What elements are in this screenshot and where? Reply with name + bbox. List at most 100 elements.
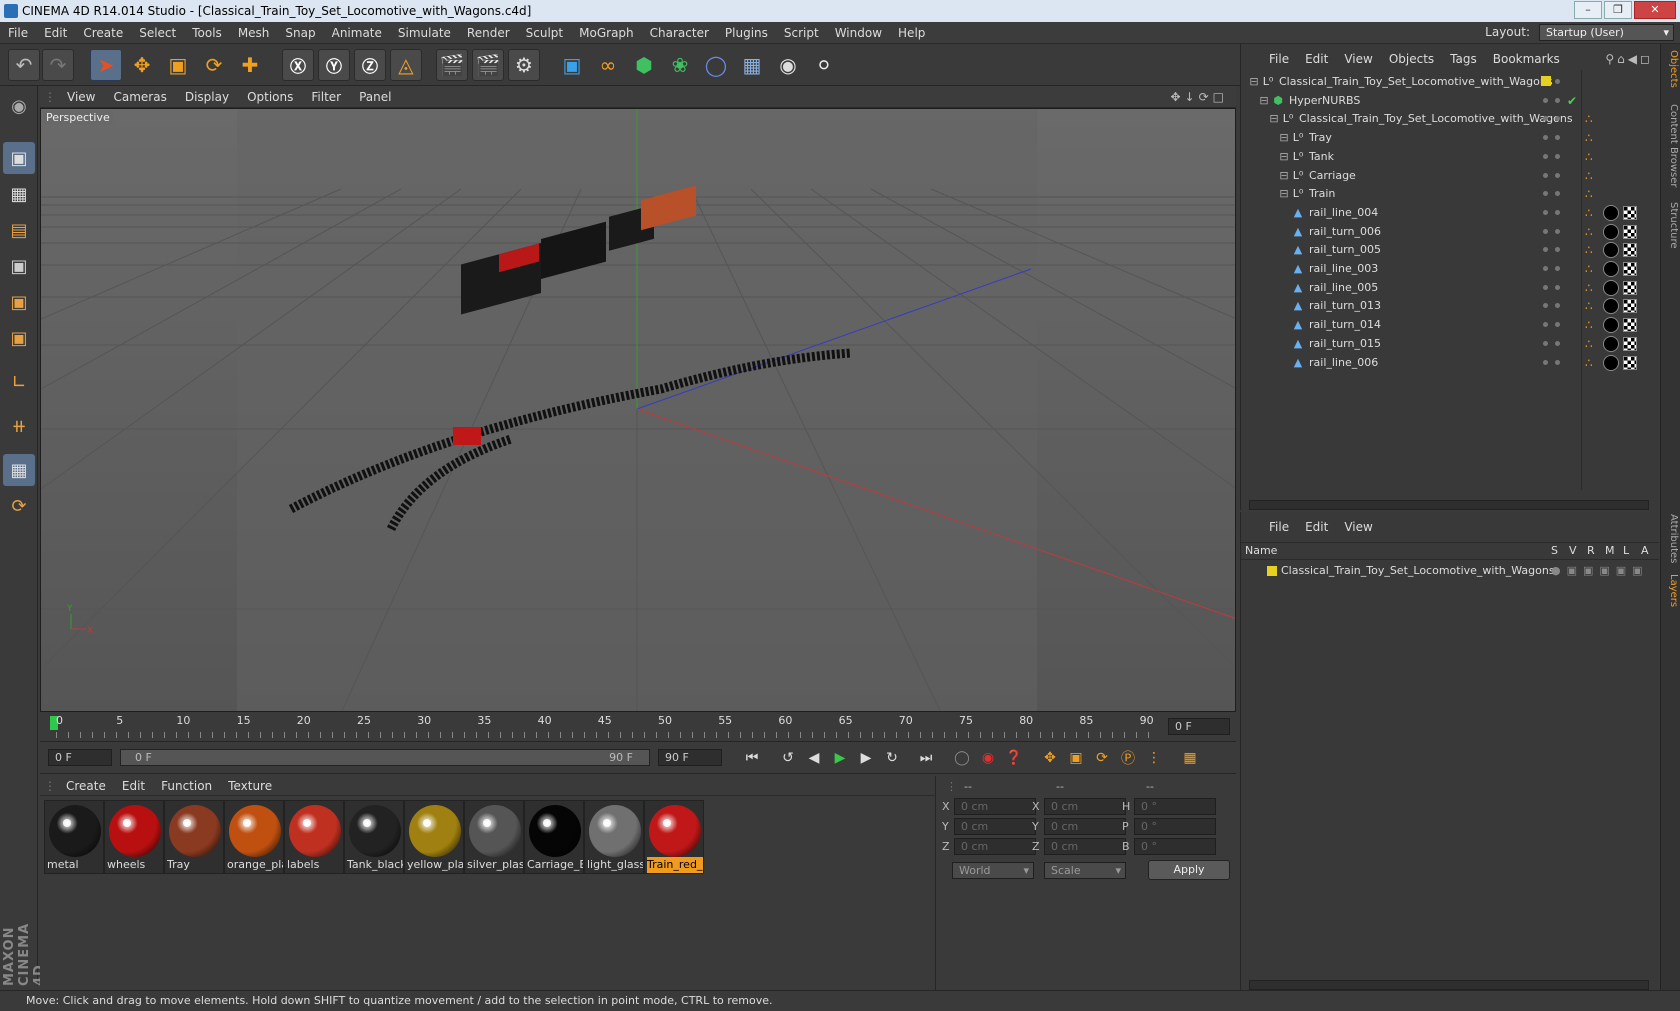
texture-mode-icon[interactable]: ▦ (3, 178, 35, 210)
object-name[interactable]: HyperNURBS (1289, 91, 1360, 111)
cube-icon[interactable]: ▣ (556, 49, 588, 81)
object-menu-objects[interactable]: Objects (1381, 52, 1442, 66)
render-view-icon[interactable]: 🎬 (436, 49, 468, 81)
horizontal-scrollbar[interactable] (1249, 980, 1649, 990)
render-visibility-dot[interactable] (1555, 228, 1560, 234)
make-editable-icon[interactable]: ◉ (3, 90, 35, 122)
render-visibility-dot[interactable] (1555, 153, 1560, 159)
object-name[interactable]: rail_turn_014 (1309, 315, 1381, 335)
menu-simulate[interactable]: Simulate (390, 22, 459, 44)
material-menu-texture[interactable]: Texture (220, 779, 280, 793)
coord-value-field[interactable]: 0 cm (1044, 798, 1126, 815)
editor-visibility-dot[interactable] (1543, 209, 1548, 215)
object-row[interactable]: ▲ rail_turn_015 ∴ (1241, 334, 1659, 354)
timeline-ruler[interactable]: 0 5 10 15 20 25 30 35 40 45 50 55 60 65 … (40, 712, 1236, 742)
menu-file[interactable]: File (0, 22, 36, 44)
layer-toggle-icons[interactable]: ●▣▣▣▣▣ (1551, 562, 1649, 580)
polygons-mode-icon[interactable]: ▣ (3, 322, 35, 354)
edit-render-settings-icon[interactable]: ⚙ (508, 49, 540, 81)
render-visibility-dot[interactable] (1555, 284, 1560, 290)
uvw-tag-icon[interactable] (1623, 262, 1637, 276)
object-name[interactable]: Carriage (1309, 166, 1356, 186)
redo-icon[interactable]: ↷ (42, 49, 74, 81)
horizontal-scrollbar[interactable] (1249, 500, 1649, 510)
tab-attributes[interactable]: Attributes (1663, 514, 1679, 563)
material-menu-function[interactable]: Function (153, 779, 220, 793)
tab-content-browser[interactable]: Content Browser (1663, 104, 1679, 187)
editor-visibility-dot[interactable] (1543, 153, 1548, 159)
object-name[interactable]: Train (1309, 184, 1335, 204)
uvw-tag-icon[interactable] (1623, 355, 1637, 370)
coord-value-field[interactable]: 0 cm (954, 838, 1036, 855)
layer-color-swatch[interactable] (1267, 566, 1277, 576)
material-swatch[interactable]: Carriage_B (524, 800, 584, 874)
phong-tag-icon[interactable]: ∴ (1585, 319, 1593, 331)
material-swatch[interactable]: yellow_pla (404, 800, 464, 874)
editor-visibility-dot[interactable] (1543, 359, 1548, 365)
material-tag-icon[interactable] (1603, 204, 1619, 221)
key-pla-icon[interactable]: ⋮ (1142, 747, 1166, 769)
phong-tag-icon[interactable]: ∴ (1585, 113, 1593, 125)
object-menu-edit[interactable]: Edit (1297, 52, 1336, 66)
add-icon[interactable]: ✚ (234, 49, 266, 81)
apply-button[interactable]: Apply (1148, 860, 1230, 880)
key-rotation-icon[interactable]: ⟳ (1090, 747, 1114, 769)
uvw-tag-icon[interactable] (1623, 243, 1637, 258)
object-row[interactable]: ⊟ L⁰ Carriage ∴ (1241, 166, 1659, 186)
render-visibility-dot[interactable] (1555, 303, 1560, 309)
menu-plugins[interactable]: Plugins (717, 22, 776, 44)
material-tag-icon[interactable] (1603, 317, 1619, 334)
render-visibility-dot[interactable] (1555, 340, 1560, 346)
expand-toggle-icon[interactable]: ⊟ (1277, 169, 1291, 183)
object-name[interactable]: rail_line_003 (1309, 259, 1378, 279)
object-row[interactable]: ▲ rail_turn_013 ∴ (1241, 296, 1659, 316)
edges-mode-icon[interactable]: ▣ (3, 286, 35, 318)
material-menu-edit[interactable]: Edit (114, 779, 153, 793)
viewport-menu-options[interactable]: Options (238, 90, 302, 104)
workplane-mode-icon[interactable]: ▤ (3, 214, 35, 246)
menu-render[interactable]: Render (459, 22, 518, 44)
viewport-menu-filter[interactable]: Filter (302, 90, 350, 104)
object-row[interactable]: ⊟ L⁰ Tank ∴ (1241, 147, 1659, 167)
next-key-icon[interactable]: ↻ (880, 747, 904, 769)
phong-tag-icon[interactable]: ∴ (1585, 132, 1593, 144)
render-visibility-dot[interactable] (1555, 359, 1560, 365)
editor-visibility-dot[interactable] (1543, 172, 1548, 178)
material-swatch[interactable]: metal (44, 800, 104, 874)
expand-toggle-icon[interactable] (1277, 318, 1291, 332)
phong-tag-icon[interactable]: ∴ (1585, 226, 1593, 238)
go-to-start-icon[interactable]: ⏮ (740, 747, 764, 769)
go-to-end-icon[interactable]: ⏭ (914, 747, 938, 769)
start-frame-field[interactable]: 0 F (48, 749, 112, 766)
deformer-icon[interactable]: ◯ (700, 49, 732, 81)
phong-tag-icon[interactable]: ∴ (1585, 207, 1593, 219)
uvw-tag-icon[interactable] (1623, 224, 1637, 239)
layer-color-swatch[interactable] (1541, 76, 1551, 86)
timeline-window-icon[interactable]: ▦ (1178, 747, 1202, 769)
coordinate-system-icon[interactable]: ◬ (390, 49, 422, 81)
material-swatch[interactable]: silver_plast (464, 800, 524, 874)
render-visibility-dot[interactable] (1555, 172, 1560, 178)
phong-tag-icon[interactable]: ∴ (1585, 338, 1593, 350)
object-name[interactable]: Tank (1309, 147, 1334, 167)
object-name[interactable]: rail_line_004 (1309, 203, 1378, 223)
render-picture-viewer-icon[interactable]: 🎬 (472, 49, 504, 81)
menu-create[interactable]: Create (75, 22, 131, 44)
current-frame-field[interactable]: 0 F (1168, 718, 1230, 735)
object-row[interactable]: ⊟ L⁰ Classical_Train_Toy_Set_Locomotive_wi… (1241, 109, 1659, 129)
editor-visibility-dot[interactable] (1543, 322, 1548, 328)
object-name[interactable]: rail_turn_013 (1309, 296, 1381, 316)
material-swatch[interactable]: orange_pla (224, 800, 284, 874)
menu-window[interactable]: Window (827, 22, 890, 44)
menu-tools[interactable]: Tools (184, 22, 230, 44)
menu-edit[interactable]: Edit (36, 22, 75, 44)
layer-row[interactable]: Classical_Train_Toy_Set_Locomotive_with_… (1241, 562, 1659, 580)
render-visibility-dot[interactable] (1555, 266, 1560, 271)
object-menu-view[interactable]: View (1336, 52, 1380, 66)
object-row[interactable]: ⊟ L⁰ Tray ∴ (1241, 128, 1659, 148)
expand-toggle-icon[interactable]: ⊟ (1247, 75, 1261, 89)
expand-toggle-icon[interactable] (1277, 243, 1291, 257)
render-visibility-dot[interactable] (1555, 191, 1560, 197)
material-tag-icon[interactable] (1603, 354, 1619, 371)
uvw-tag-icon[interactable] (1623, 280, 1637, 295)
